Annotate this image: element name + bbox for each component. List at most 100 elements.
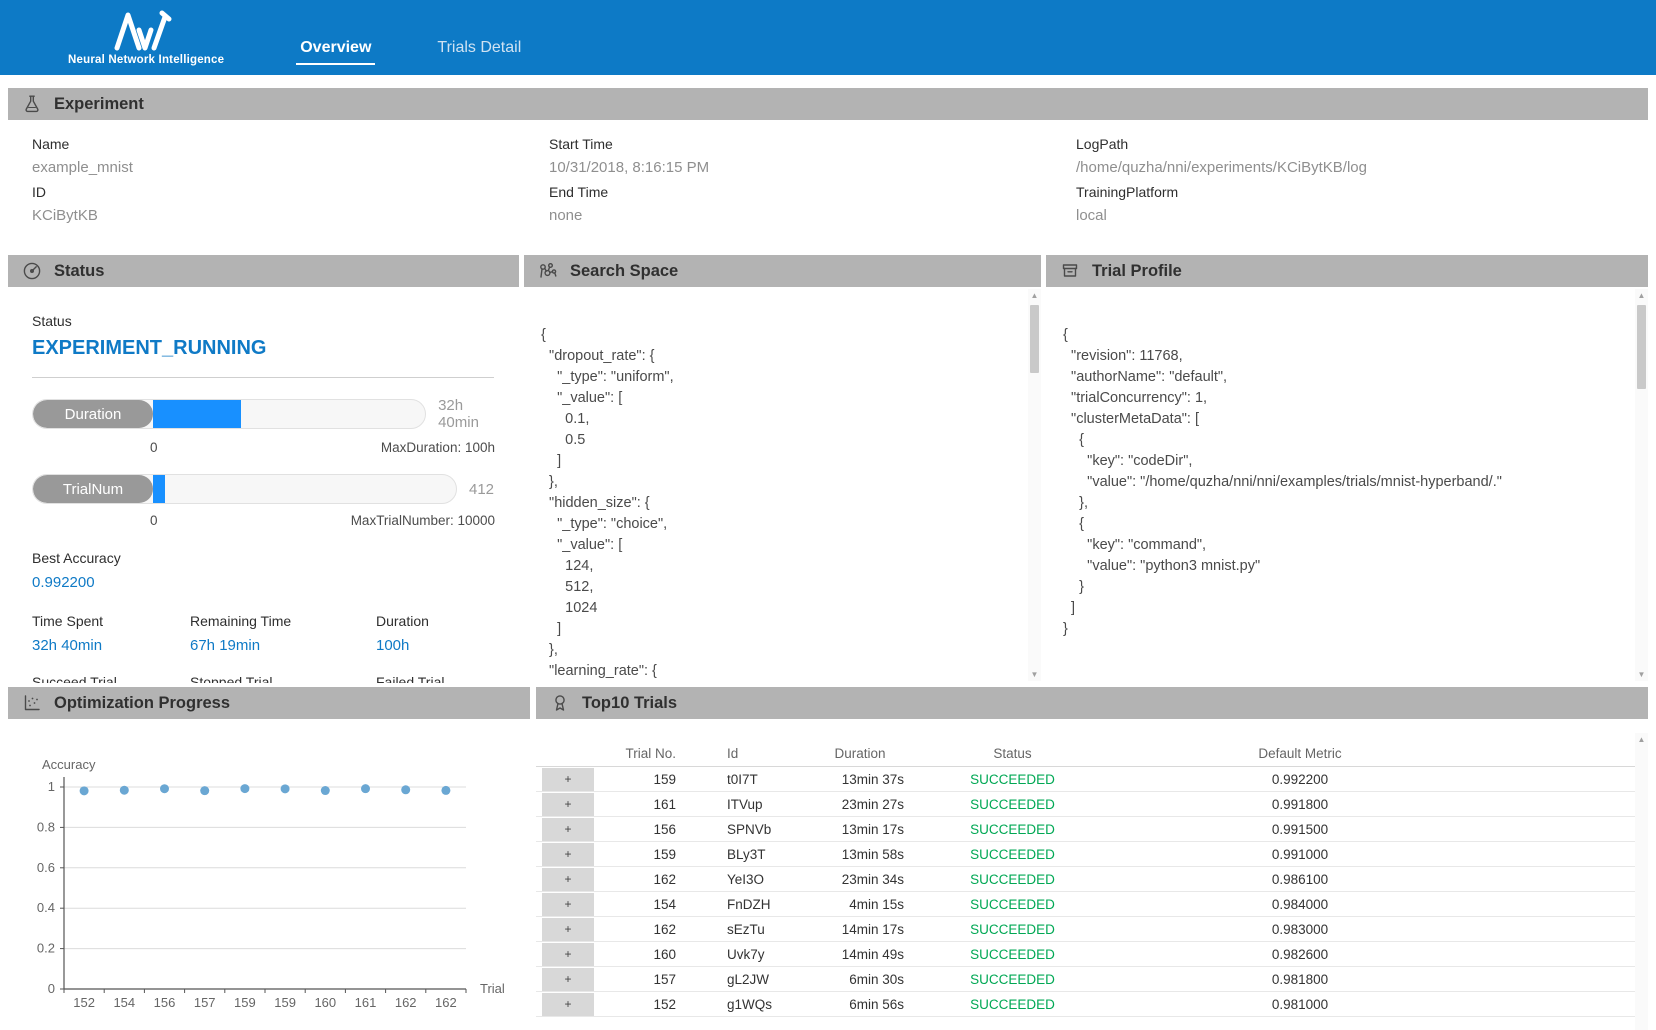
scatter-chart-icon [22, 693, 42, 713]
best-accuracy-value: 0.992200 [32, 574, 503, 591]
scroll-down-arrow[interactable]: ▼ [1635, 668, 1648, 681]
trial-metric-cell: 0.983000 [1115, 922, 1485, 937]
section-title: Top10 Trials [582, 694, 677, 713]
trial-status-cell: SUCCEEDED [910, 872, 1115, 887]
trial-no-cell: 162 [600, 922, 690, 937]
table-row: +154FnDZH4min 15sSUCCEEDED0.984000 [536, 892, 1648, 917]
expand-row-button[interactable]: + [542, 768, 594, 791]
trial-no-cell: 161 [600, 797, 690, 812]
gauge-icon [22, 261, 42, 281]
trial-no-cell: 162 [600, 872, 690, 887]
trial-profile-scrollbar[interactable]: ▲ ▼ [1635, 289, 1648, 681]
expand-row-button[interactable]: + [542, 968, 594, 991]
search-space-scrollbar[interactable]: ▲ ▼ [1028, 289, 1041, 681]
trial-duration-cell: 4min 15s [810, 897, 910, 912]
svg-text:0.6: 0.6 [37, 860, 55, 875]
col-header-status: Status [910, 746, 1115, 761]
trial-status-cell: SUCCEEDED [910, 847, 1115, 862]
table-header-row: Trial No. Id Duration Status Default Met… [536, 741, 1648, 767]
trialnum-progress-chip: TrialNum [33, 475, 153, 503]
status-value: EXPERIMENT_RUNNING [32, 337, 503, 360]
table-body: +159t0I7T13min 37sSUCCEEDED0.992200+161I… [536, 767, 1648, 1017]
trial-no-cell: 157 [600, 972, 690, 987]
trial-no-cell: 159 [600, 772, 690, 787]
trialnum-progress-fill [153, 475, 165, 503]
expand-row-button[interactable]: + [542, 993, 594, 1016]
flask-icon [22, 94, 42, 114]
duration-progress-bar: Duration [32, 399, 426, 429]
table-row: +162sEzTu14min 17sSUCCEEDED0.983000 [536, 917, 1648, 942]
col-header-id: Id [690, 746, 810, 761]
top-navigation-bar: Neural Network Intelligence Overview Tri… [0, 0, 1656, 75]
expand-row-button[interactable]: + [542, 893, 594, 916]
stat-remaining-time: Remaining Time67h 19min [190, 613, 376, 654]
svg-text:Accuracy: Accuracy [42, 757, 96, 772]
scroll-up-arrow[interactable]: ▲ [1028, 289, 1041, 302]
trial-status-cell: SUCCEEDED [910, 797, 1115, 812]
scroll-thumb[interactable] [1637, 305, 1646, 389]
molecule-icon [538, 261, 558, 281]
col-header-trial-no: Trial No. [600, 746, 690, 761]
table-scrollbar[interactable]: ▲ ▼ [1635, 733, 1648, 1030]
svg-text:152: 152 [73, 995, 95, 1010]
nni-logo-icon [113, 10, 179, 52]
experiment-field-training-platform: TrainingPlatform local [1076, 184, 1648, 224]
table-row: +157gL2JW6min 30sSUCCEEDED0.981800 [536, 967, 1648, 992]
archive-box-icon [1060, 261, 1080, 281]
stat-duration: Duration100h [376, 613, 503, 654]
expand-row-button[interactable]: + [542, 918, 594, 941]
table-row: +160Uvk7y14min 49sSUCCEEDED0.982600 [536, 942, 1648, 967]
trial-id-cell: SPNVb [690, 822, 810, 837]
experiment-info: Name example_mnist ID KCiBytKB Start Tim… [8, 120, 1648, 242]
duration-min: 0 [150, 440, 158, 455]
brand-text: Neural Network Intelligence [68, 54, 224, 66]
svg-text:Trial: Trial [480, 981, 505, 996]
duration-progress-chip: Duration [33, 400, 153, 428]
nav-tabs: Overview Trials Detail [296, 0, 525, 75]
trial-profile-json: { "revision": 11768, "authorName": "defa… [1046, 287, 1648, 640]
experiment-field-end-time: End Time none [549, 184, 1076, 224]
experiment-field-id: ID KCiBytKB [32, 184, 549, 224]
col-header-default-metric: Default Metric [1115, 746, 1485, 761]
table-row: +159BLy3T13min 58sSUCCEEDED0.991000 [536, 842, 1648, 867]
stat-stopped-trial: Stopped Trial0 [190, 674, 376, 683]
scroll-up-arrow[interactable]: ▲ [1635, 733, 1648, 746]
expand-row-button[interactable]: + [542, 868, 594, 891]
optimization-progress-panel: Optimization Progress Accuracy00.20.40.6… [8, 687, 530, 1030]
search-space-section-header: Search Space [524, 255, 1041, 287]
scroll-down-arrow[interactable]: ▼ [1028, 668, 1041, 681]
duration-progress-value: 32h 40min [438, 397, 503, 431]
optimization-section-header: Optimization Progress [8, 687, 530, 719]
expand-row-button[interactable]: + [542, 818, 594, 841]
trial-status-cell: SUCCEEDED [910, 947, 1115, 962]
stat-time-spent: Time Spent32h 40min [32, 613, 190, 654]
trial-profile-panel: Trial Profile { "revision": 11768, "auth… [1046, 255, 1648, 683]
svg-text:0.8: 0.8 [37, 819, 55, 834]
trial-duration-cell: 23min 34s [810, 872, 910, 887]
best-accuracy: Best Accuracy 0.992200 [32, 550, 503, 591]
trial-metric-cell: 0.991000 [1115, 847, 1485, 862]
table-row: +161ITVup23min 27sSUCCEEDED0.991800 [536, 792, 1648, 817]
scatter-plot-svg: Accuracy00.20.40.60.81152154156157159159… [14, 721, 528, 1021]
expand-row-button[interactable]: + [542, 843, 594, 866]
trial-metric-cell: 0.981000 [1115, 997, 1485, 1012]
scroll-up-arrow[interactable]: ▲ [1635, 289, 1648, 302]
nni-overview-page: Neural Network Intelligence Overview Tri… [0, 0, 1656, 1030]
experiment-field-logpath: LogPath /home/quzha/nni/experiments/KCiB… [1076, 136, 1648, 176]
trial-status-cell: SUCCEEDED [910, 822, 1115, 837]
medal-icon [550, 693, 570, 713]
svg-text:162: 162 [435, 995, 457, 1010]
tab-overview[interactable]: Overview [296, 39, 375, 65]
trial-no-cell: 152 [600, 997, 690, 1012]
trial-no-cell: 154 [600, 897, 690, 912]
svg-text:157: 157 [194, 995, 216, 1010]
experiment-section-header: Experiment [8, 88, 1648, 120]
svg-text:159: 159 [274, 995, 296, 1010]
table-row: +156SPNVb13min 17sSUCCEEDED0.991500 [536, 817, 1648, 842]
scroll-thumb[interactable] [1030, 305, 1039, 373]
trial-id-cell: Uvk7y [690, 947, 810, 962]
tab-trials-detail[interactable]: Trials Detail [433, 39, 525, 65]
experiment-field-start-time: Start Time 10/31/2018, 8:16:15 PM [549, 136, 1076, 176]
expand-row-button[interactable]: + [542, 943, 594, 966]
expand-row-button[interactable]: + [542, 793, 594, 816]
